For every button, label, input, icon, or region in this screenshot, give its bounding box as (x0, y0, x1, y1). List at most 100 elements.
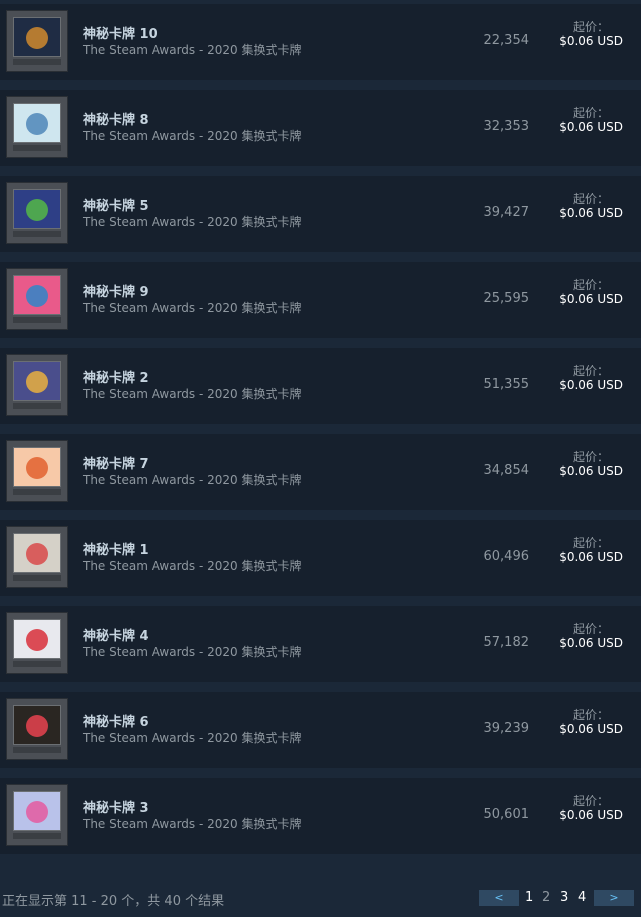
card-thumbnail-image (6, 784, 68, 846)
card-thumbnail-image (6, 182, 68, 244)
card-art-motif (26, 285, 48, 307)
price-label: 起价： (572, 794, 609, 808)
card-art-image (13, 189, 61, 229)
card-thumbnail-image (6, 612, 68, 674)
card-art-image (13, 619, 61, 659)
market-listing-row[interactable]: 神秘卡牌 9 The Steam Awards - 2020 集换式卡牌 25,59… (0, 262, 641, 338)
card-art-motif (26, 27, 48, 49)
item-name[interactable]: 神秘卡牌 4 (83, 625, 149, 644)
market-listing-row[interactable]: 神秘卡牌 10 The Steam Awards - 2020 集换式卡牌 22,3… (0, 4, 641, 80)
card-caption-bar (13, 317, 61, 323)
item-game-name: The Steam Awards - 2020 集换式卡牌 (83, 645, 302, 659)
item-quantity: 50,601 (483, 807, 530, 822)
card-art-image (13, 447, 61, 487)
card-thumbnail-image (6, 526, 68, 588)
market-listing-row[interactable]: 神秘卡牌 2 The Steam Awards - 2020 集换式卡牌 51,35… (0, 348, 641, 424)
item-price: $0.06 USD (559, 722, 623, 736)
card-caption-bar (13, 575, 61, 581)
item-game-name: The Steam Awards - 2020 集换式卡牌 (83, 43, 302, 57)
item-game-name: The Steam Awards - 2020 集换式卡牌 (83, 215, 302, 229)
market-listing-row[interactable]: 神秘卡牌 8 The Steam Awards - 2020 集换式卡牌 32,35… (0, 90, 641, 166)
market-listing-row[interactable]: 神秘卡牌 5 The Steam Awards - 2020 集换式卡牌 39,42… (0, 176, 641, 252)
item-name[interactable]: 神秘卡牌 9 (83, 281, 149, 300)
card-thumbnail-image (6, 354, 68, 416)
item-name[interactable]: 神秘卡牌 1 (83, 539, 149, 558)
item-price: $0.06 USD (559, 464, 623, 478)
card-caption-bar (13, 489, 61, 495)
item-game-name: The Steam Awards - 2020 集换式卡牌 (83, 817, 302, 831)
item-quantity: 57,182 (483, 635, 530, 650)
card-art-motif (26, 113, 48, 135)
item-name[interactable]: 神秘卡牌 5 (83, 195, 149, 214)
item-name[interactable]: 神秘卡牌 3 (83, 797, 149, 816)
item-price: $0.06 USD (559, 378, 623, 392)
item-quantity: 32,353 (483, 119, 530, 134)
price-label: 起价： (572, 278, 609, 292)
item-game-name: The Steam Awards - 2020 集换式卡牌 (83, 473, 302, 487)
card-art-motif (26, 199, 48, 221)
page-current-2: 2 (542, 890, 551, 905)
page-link-4[interactable]: 4 (578, 890, 586, 906)
item-price: $0.06 USD (559, 292, 623, 306)
price-label: 起价： (572, 450, 609, 464)
results-summary: 正在显示第 11 - 20 个，共 40 个结果 (2, 894, 225, 909)
pagination: < 1 2 3 4 > (479, 890, 635, 908)
item-quantity: 34,854 (483, 463, 530, 478)
card-caption-bar (13, 145, 61, 151)
price-label: 起价： (572, 106, 609, 120)
card-thumbnail-image (6, 10, 68, 72)
market-listing-row[interactable]: 神秘卡牌 4 The Steam Awards - 2020 集换式卡牌 57,18… (0, 606, 641, 682)
next-page-button[interactable]: > (594, 890, 634, 906)
item-quantity: 39,427 (483, 205, 530, 220)
item-name[interactable]: 神秘卡牌 7 (83, 453, 149, 472)
market-listing-row[interactable]: 神秘卡牌 1 The Steam Awards - 2020 集换式卡牌 60,49… (0, 520, 641, 596)
item-name[interactable]: 神秘卡牌 2 (83, 367, 149, 386)
item-game-name: The Steam Awards - 2020 集换式卡牌 (83, 129, 302, 143)
price-label: 起价： (572, 192, 609, 206)
card-caption-bar (13, 403, 61, 409)
page-link-1[interactable]: 1 (525, 890, 533, 906)
item-quantity: 39,239 (483, 721, 530, 736)
price-label: 起价： (572, 536, 609, 550)
item-price: $0.06 USD (559, 636, 623, 650)
card-art-motif (26, 543, 48, 565)
price-label: 起价： (572, 708, 609, 722)
card-art-image (13, 791, 61, 831)
item-game-name: The Steam Awards - 2020 集换式卡牌 (83, 387, 302, 401)
card-art-motif (26, 715, 48, 737)
item-name[interactable]: 神秘卡牌 6 (83, 711, 149, 730)
card-art-motif (26, 457, 48, 479)
card-thumbnail-image (6, 440, 68, 502)
item-price: $0.06 USD (559, 34, 623, 48)
card-art-image (13, 275, 61, 315)
item-quantity: 51,355 (483, 377, 530, 392)
item-game-name: The Steam Awards - 2020 集换式卡牌 (83, 301, 302, 315)
item-quantity: 22,354 (483, 33, 530, 48)
page-link-3[interactable]: 3 (560, 890, 568, 906)
card-art-motif (26, 371, 48, 393)
price-label: 起价： (572, 20, 609, 34)
card-caption-bar (13, 59, 61, 65)
card-art-image (13, 361, 61, 401)
card-thumbnail-image (6, 96, 68, 158)
card-caption-bar (13, 231, 61, 237)
pagination-footer: 正在显示第 11 - 20 个，共 40 个结果 < 1 2 3 4 > (0, 883, 641, 917)
item-quantity: 60,496 (483, 549, 530, 564)
item-quantity: 25,595 (483, 291, 530, 306)
item-price: $0.06 USD (559, 808, 623, 822)
market-listing-row[interactable]: 神秘卡牌 6 The Steam Awards - 2020 集换式卡牌 39,23… (0, 692, 641, 768)
market-listing-row[interactable]: 神秘卡牌 3 The Steam Awards - 2020 集换式卡牌 50,60… (0, 778, 641, 854)
item-name[interactable]: 神秘卡牌 10 (83, 23, 158, 42)
item-price: $0.06 USD (559, 550, 623, 564)
prev-page-button[interactable]: < (479, 890, 519, 906)
market-listing-row[interactable]: 神秘卡牌 7 The Steam Awards - 2020 集换式卡牌 34,85… (0, 434, 641, 510)
card-caption-bar (13, 747, 61, 753)
item-game-name: The Steam Awards - 2020 集换式卡牌 (83, 559, 302, 573)
card-art-image (13, 103, 61, 143)
card-caption-bar (13, 833, 61, 839)
item-name[interactable]: 神秘卡牌 8 (83, 109, 149, 128)
price-label: 起价： (572, 364, 609, 378)
card-art-image (13, 17, 61, 57)
card-caption-bar (13, 661, 61, 667)
price-label: 起价： (572, 622, 609, 636)
